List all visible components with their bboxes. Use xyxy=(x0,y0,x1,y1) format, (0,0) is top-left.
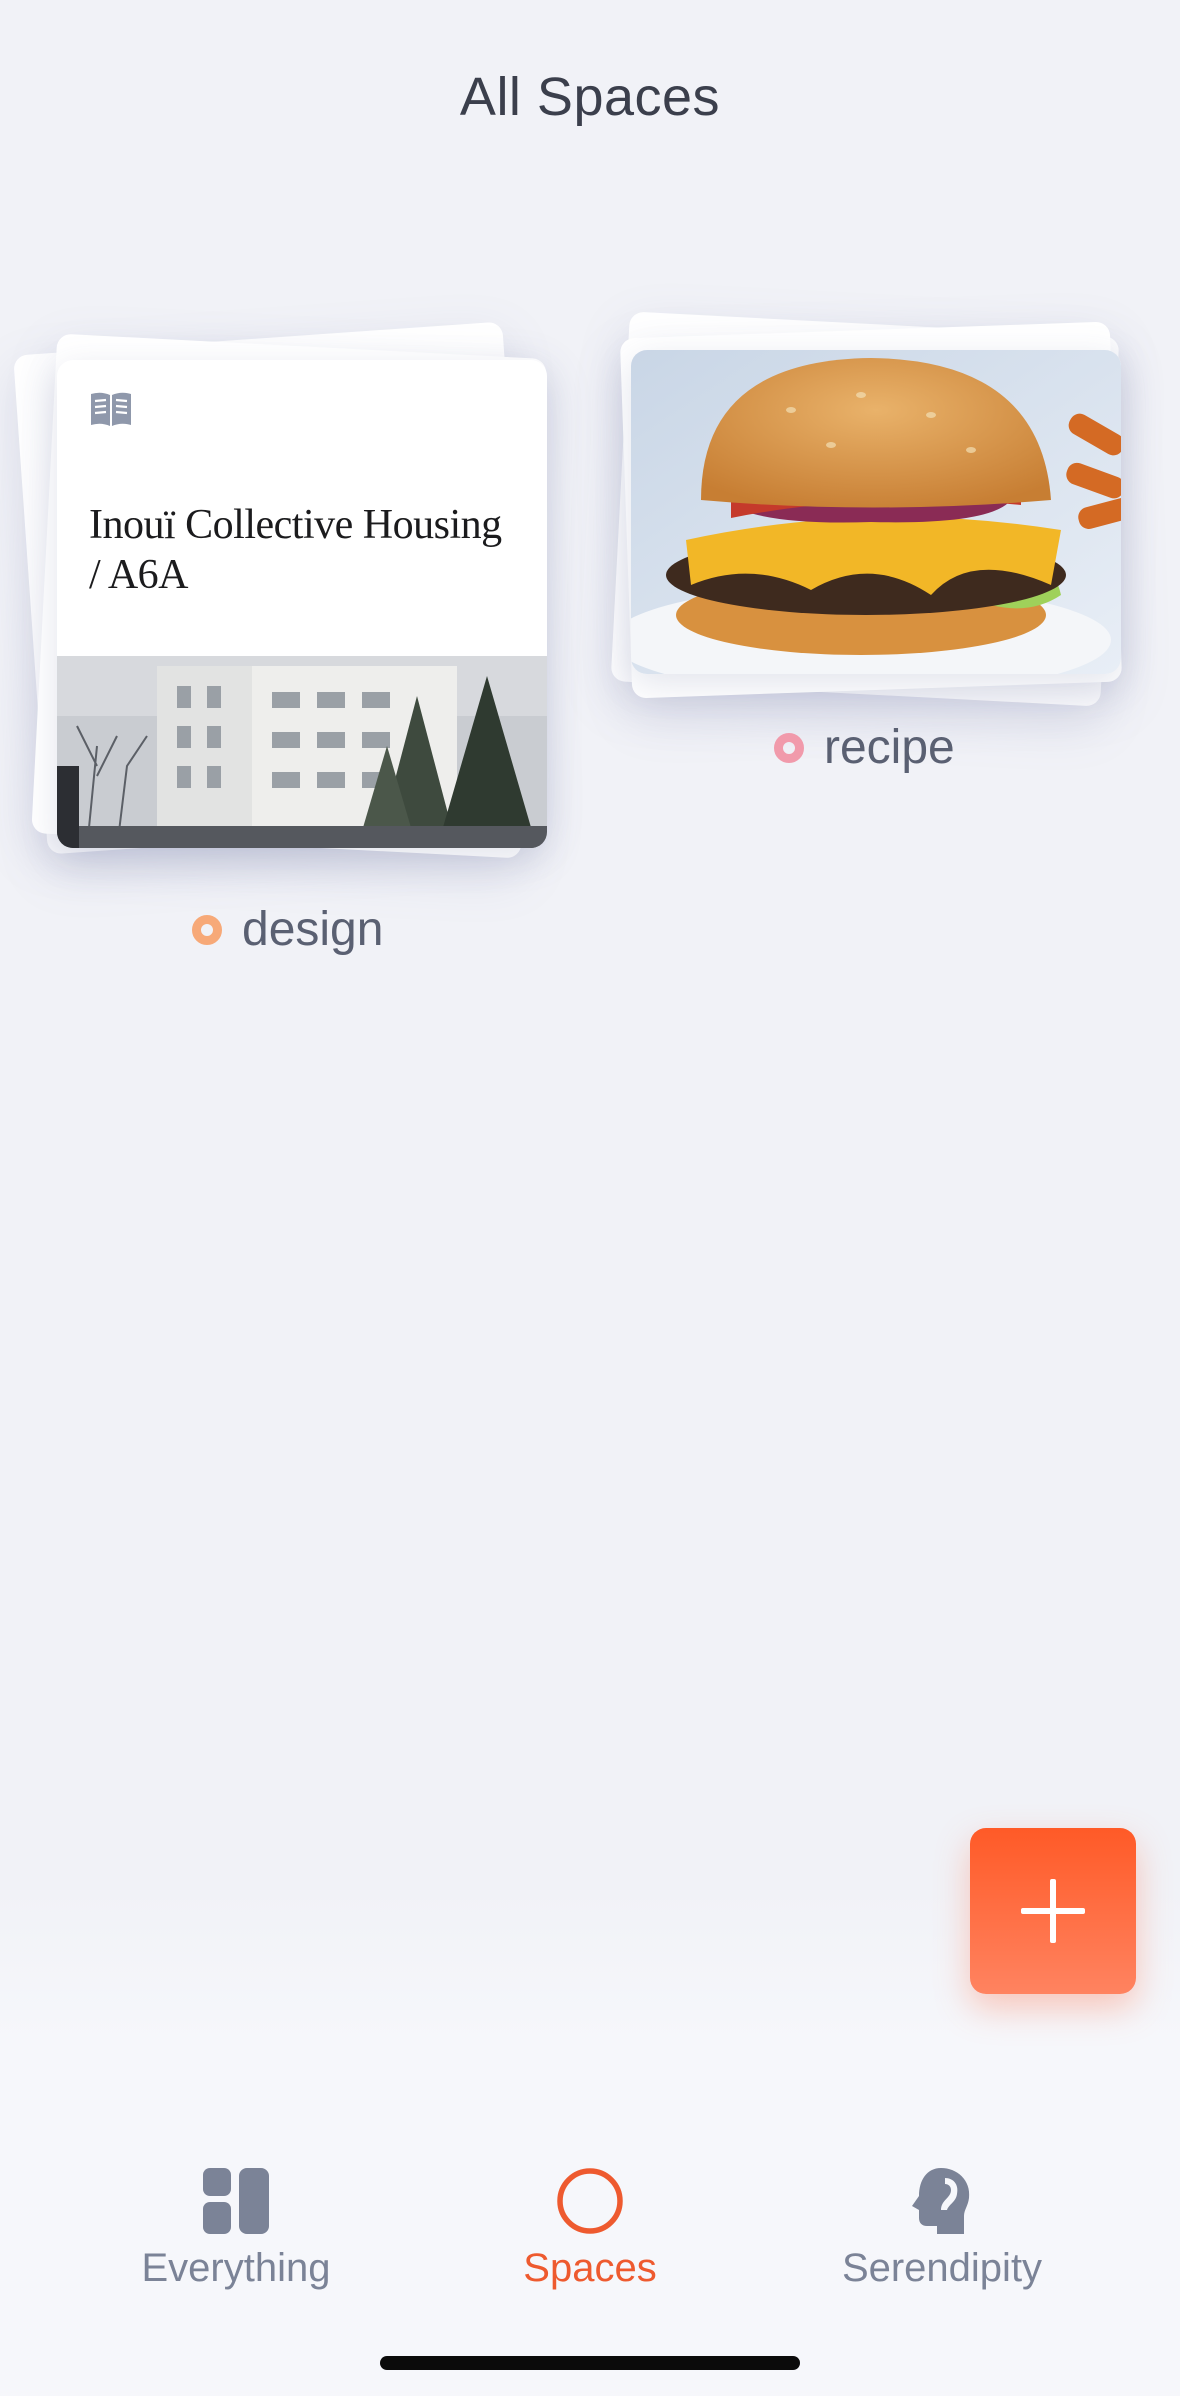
grid-icon xyxy=(203,2168,269,2234)
add-space-button[interactable] xyxy=(970,1828,1136,1994)
article-title: Inouï Collective Housing / A6A xyxy=(89,502,502,598)
tab-spaces[interactable]: Spaces xyxy=(440,2166,740,2291)
burger-photo xyxy=(631,350,1121,674)
all-spaces-screen: All Spaces Inouï Collective Housing / A6… xyxy=(0,0,1180,2396)
space-color-ring xyxy=(774,732,804,763)
home-indicator xyxy=(380,2356,800,2370)
plus-icon xyxy=(1021,1879,1085,1943)
circle-icon xyxy=(557,2168,623,2234)
tab-serendipity[interactable]: Serendipity xyxy=(792,2166,1092,2291)
reader-icon xyxy=(91,392,131,426)
page-title: All Spaces xyxy=(459,67,721,127)
space-cover-card[interactable]: Inouï Collective Housing / A6A xyxy=(57,360,547,848)
space-label-design[interactable]: design xyxy=(192,902,383,957)
space-name: recipe xyxy=(824,721,955,774)
space-name: design xyxy=(242,903,384,956)
tab-label: Serendipity xyxy=(841,2246,1043,2290)
space-color-ring xyxy=(192,914,222,945)
tab-label: Spaces xyxy=(523,2246,657,2290)
head-icon xyxy=(912,2168,970,2234)
building-photo xyxy=(57,656,547,848)
space-card-design[interactable]: Inouï Collective Housing / A6A xyxy=(13,318,582,888)
tab-everything[interactable]: Everything xyxy=(86,2166,386,2291)
tab-label: Everything xyxy=(141,2246,331,2290)
space-card-recipe[interactable] xyxy=(606,310,1146,720)
space-cover-card[interactable] xyxy=(631,350,1121,674)
space-label-recipe[interactable]: recipe xyxy=(774,720,955,775)
